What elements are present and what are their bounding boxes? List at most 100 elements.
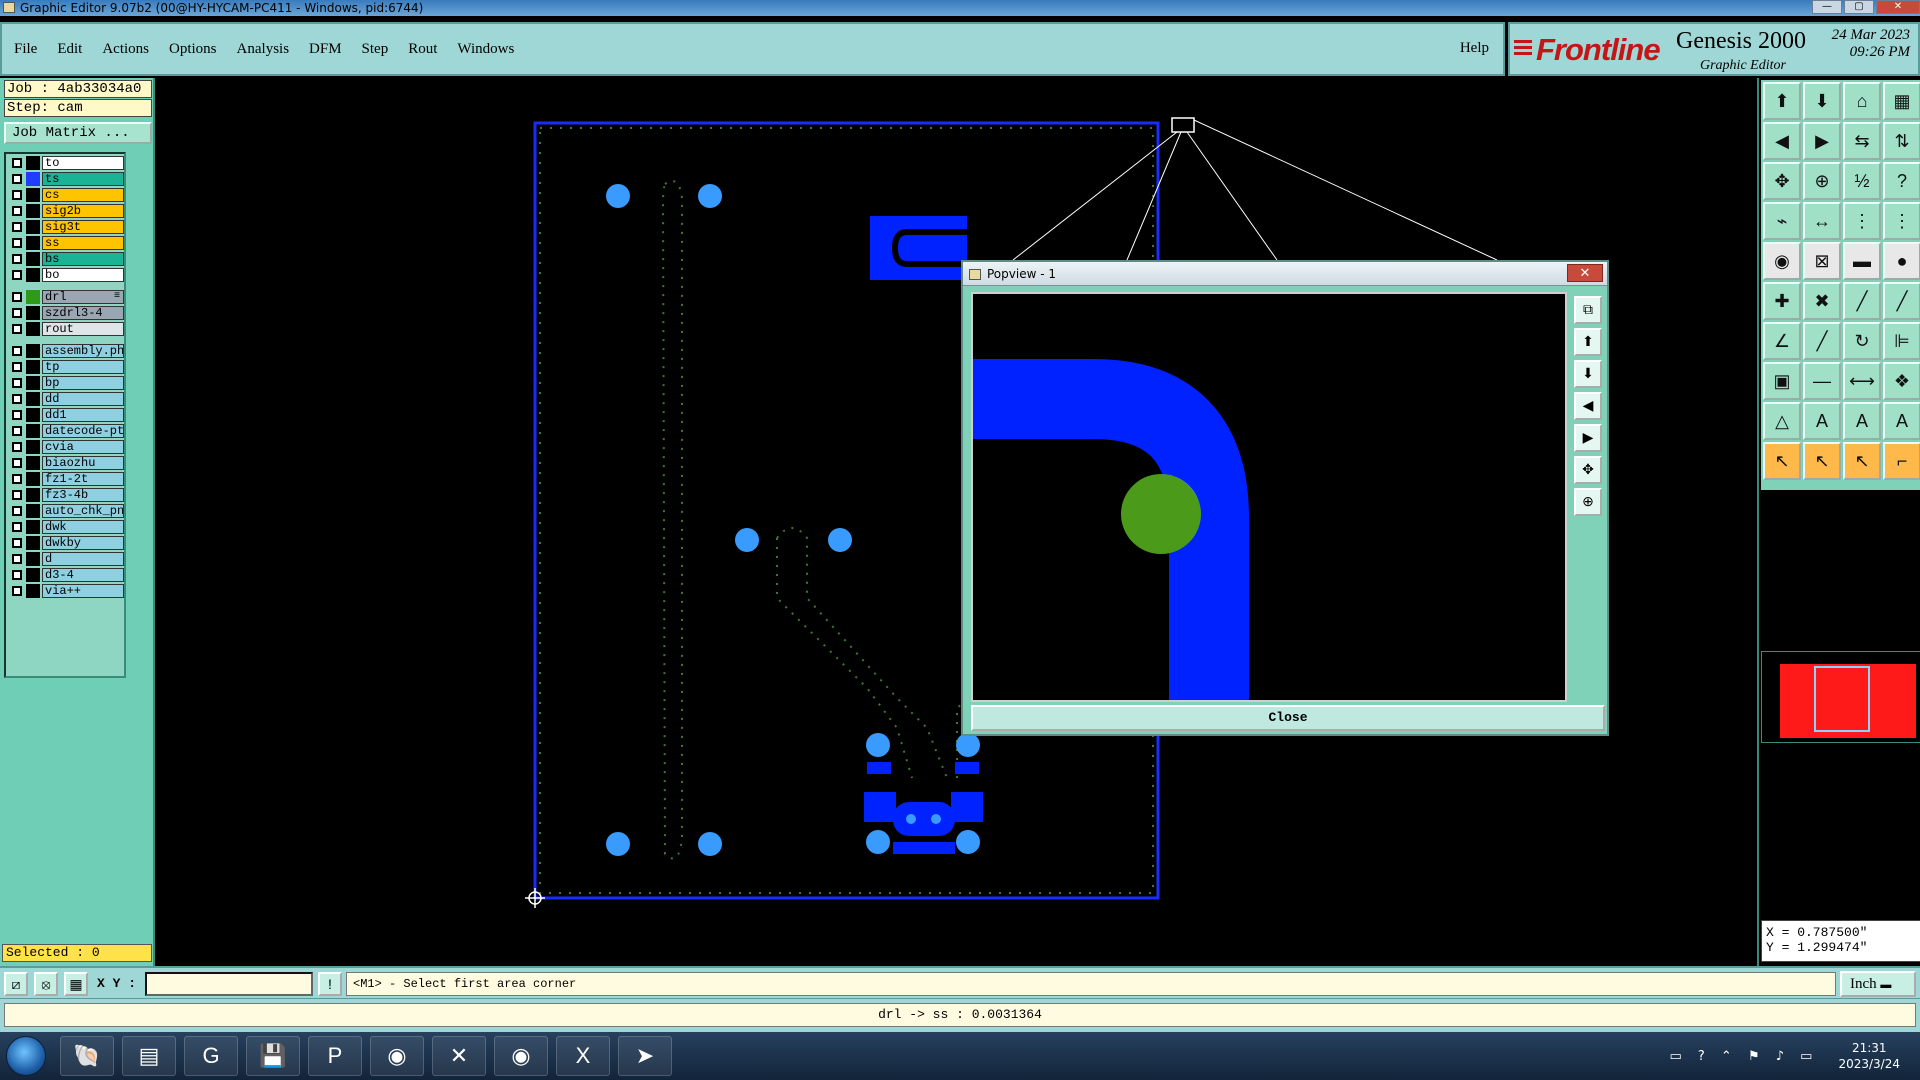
dimension-icon[interactable]: ⟷ (1843, 362, 1881, 400)
mirror-icon[interactable]: ⇆ (1843, 122, 1881, 160)
layer-row[interactable]: ss (6, 235, 124, 251)
flip-icon[interactable]: ⇅ (1883, 122, 1920, 160)
layer-name[interactable]: d (42, 552, 124, 566)
layer-row[interactable]: biaozhu (6, 455, 124, 471)
layer-row[interactable]: cs (6, 187, 124, 203)
taskbar-app-p-icon[interactable]: P (308, 1036, 362, 1076)
popview-window[interactable]: Popview - 1 ✕ ⧉ ⬆ ⬇ ◀ ▶ ✥ ⊕ Close (961, 260, 1609, 736)
layer-row[interactable]: via++ (6, 583, 124, 599)
cross-icon[interactable]: ⊠ (1803, 242, 1841, 280)
text-3-icon[interactable]: A (1883, 402, 1920, 440)
layer-name[interactable]: dd1 (42, 408, 124, 422)
overview-viewport[interactable] (1814, 666, 1870, 732)
layer-name[interactable]: auto_chk_pnl (42, 504, 124, 518)
layer-checkbox[interactable] (12, 410, 22, 420)
pad-square-icon[interactable]: ▣ (1763, 362, 1801, 400)
layer-name[interactable]: cs (42, 188, 124, 202)
menu-rout[interactable]: Rout (408, 41, 437, 58)
popview-title-bar[interactable]: Popview - 1 ✕ (963, 262, 1607, 286)
layer-row[interactable]: assembly.pho (6, 343, 124, 359)
layer-row[interactable]: bs (6, 251, 124, 267)
layer-checkbox[interactable] (12, 254, 22, 264)
popview-close-icon[interactable]: ✕ (1567, 264, 1603, 282)
layer-row[interactable]: ts (6, 171, 124, 187)
layer-row[interactable]: szdrl3-4 (6, 305, 124, 321)
layer-checkbox[interactable] (12, 270, 22, 280)
layer-row[interactable]: dd1 (6, 407, 124, 423)
text-2-icon[interactable]: A (1843, 402, 1881, 440)
group-icon[interactable]: ❖ (1883, 362, 1920, 400)
layer-color-swatch[interactable] (26, 392, 40, 406)
home-icon[interactable]: ⌂ (1843, 82, 1881, 120)
layer-color-swatch[interactable] (26, 290, 40, 304)
layer-color-swatch[interactable] (26, 424, 40, 438)
info-icon[interactable]: ! (318, 972, 342, 996)
taskbar-app-save-icon[interactable]: 💾 (246, 1036, 300, 1076)
tray-clock[interactable]: 21:31 2023/3/24 (1838, 1040, 1900, 1072)
layer-checkbox[interactable] (12, 554, 22, 564)
layer-color-swatch[interactable] (26, 252, 40, 266)
layer-color-swatch[interactable] (26, 188, 40, 202)
layer-row[interactable]: cvia (6, 439, 124, 455)
pan-left-icon[interactable]: ◀ (1574, 392, 1602, 420)
layer-row[interactable]: fz1-2t (6, 471, 124, 487)
layer-checkbox[interactable] (12, 570, 22, 580)
layer-checkbox[interactable] (12, 378, 22, 388)
layer-name[interactable]: to (42, 156, 124, 170)
layer-checkbox[interactable] (12, 362, 22, 372)
snap-icon[interactable]: ⌁ (1763, 202, 1801, 240)
layer-name[interactable]: sig2b (42, 204, 124, 218)
layer-name[interactable]: datecode-pte (42, 424, 124, 438)
layer-name[interactable]: szdrl3-4 (42, 306, 124, 320)
start-button[interactable] (6, 1036, 46, 1076)
menu-file[interactable]: File (14, 41, 37, 58)
layer-row[interactable]: bp (6, 375, 124, 391)
layer-checkbox[interactable] (12, 458, 22, 468)
zoom-home-icon[interactable]: ✥ (1574, 456, 1602, 484)
layer-checkbox[interactable] (12, 292, 22, 302)
add-pad-icon[interactable]: ✚ (1763, 282, 1801, 320)
layer-name[interactable]: tp (42, 360, 124, 374)
layer-row[interactable]: bo (6, 267, 124, 283)
fit-screen-icon[interactable]: ✥ (1763, 162, 1801, 200)
layer-color-swatch[interactable] (26, 408, 40, 422)
layer-color-swatch[interactable] (26, 344, 40, 358)
xy-input[interactable] (145, 972, 313, 996)
layer-color-swatch[interactable] (26, 306, 40, 320)
slash-icon[interactable]: ╱ (1803, 322, 1841, 360)
layer-name[interactable]: dd (42, 392, 124, 406)
layer-color-swatch[interactable] (26, 456, 40, 470)
pan-left-icon[interactable]: ◀ (1763, 122, 1801, 160)
window-title-bar[interactable]: Graphic Editor 9.07b2 (00@HY-HYCAM-PC411… (0, 0, 1920, 16)
layer-row[interactable]: d3-4 (6, 567, 124, 583)
layer-name[interactable]: rout (42, 322, 124, 336)
layer-checkbox[interactable] (12, 538, 22, 548)
layer-color-swatch[interactable] (26, 376, 40, 390)
layer-color-swatch[interactable] (26, 220, 40, 234)
layer-name[interactable]: bs (42, 252, 124, 266)
layer-name[interactable]: ts (42, 172, 124, 186)
layer-checkbox[interactable] (12, 490, 22, 500)
ruler-icon[interactable]: ▬ (1843, 242, 1881, 280)
layer-color-swatch[interactable] (26, 440, 40, 454)
layer-name[interactable]: via++ (42, 584, 124, 598)
close-window-button[interactable]: ✕ (1876, 0, 1920, 14)
select-3-icon[interactable]: ↖ (1843, 442, 1881, 480)
zoom-in-icon[interactable]: ⬆ (1574, 328, 1602, 356)
pan-right-icon[interactable]: ▶ (1574, 424, 1602, 452)
job-matrix-button[interactable]: Job Matrix ... (4, 122, 152, 144)
help-icon[interactable]: ? (1883, 162, 1920, 200)
zoom-fit-icon[interactable]: ⧉ (1574, 296, 1602, 324)
layer-name[interactable]: bp (42, 376, 124, 390)
layer-checkbox[interactable] (12, 522, 22, 532)
layer-checkbox[interactable] (12, 426, 22, 436)
layer-color-swatch[interactable] (26, 268, 40, 282)
net-icon[interactable]: ⋮ (1843, 202, 1881, 240)
taskbar-app-eye-icon[interactable]: ◉ (370, 1036, 424, 1076)
layer-name[interactable]: fz3-4b (42, 488, 124, 502)
layer-name[interactable]: biaozhu (42, 456, 124, 470)
scale-icon[interactable]: ½ (1843, 162, 1881, 200)
taskbar-app-eye-2-icon[interactable]: ◉ (494, 1036, 548, 1076)
menu-options[interactable]: Options (169, 41, 217, 58)
layer-name[interactable]: fz1-2t (42, 472, 124, 486)
